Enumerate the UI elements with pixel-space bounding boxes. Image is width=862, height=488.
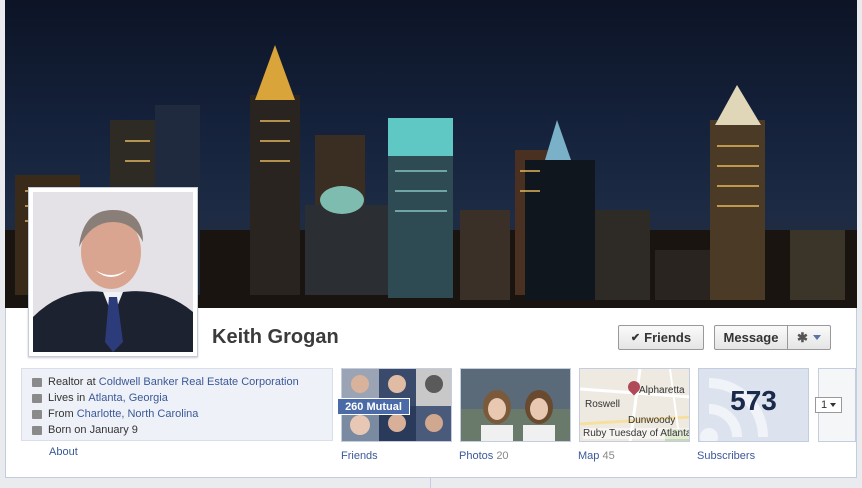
friends-button-label: Friends	[644, 330, 692, 345]
check-icon: ✔	[630, 332, 641, 344]
message-button-label: Message	[723, 330, 779, 345]
profile-info-box: Realtor at Coldwell Banker Real Estate C…	[21, 368, 333, 441]
map-label-roswell: Roswell	[585, 399, 621, 410]
gear-icon: ✱	[797, 329, 808, 345]
lives-link[interactable]: Atlanta, Georgia	[88, 392, 168, 404]
map-label-ruby-tuesday: Ruby Tuesday of Atlanta	[583, 428, 689, 439]
settings-dropdown-button[interactable]: ✱	[787, 325, 831, 350]
subscribers-count: 573	[730, 385, 777, 416]
timeline-divider	[430, 478, 431, 488]
photos-tile-label[interactable]: Photos 20	[459, 450, 509, 462]
birthday-icon	[32, 425, 42, 435]
photos-tile[interactable]	[460, 368, 571, 442]
map-tile[interactable]: Alpharetta Roswell Dunwoody Ruby Tuesday…	[579, 368, 690, 442]
chevron-down-icon	[830, 403, 837, 407]
friends-tile-label[interactable]: Friends	[341, 450, 378, 462]
map-label-dunwoody: Dunwoody	[628, 415, 676, 426]
lives-info: Lives in Atlanta, Georgia	[32, 390, 332, 406]
profile-picture[interactable]	[28, 187, 198, 357]
mutual-friends-badge[interactable]: 260 Mutual	[337, 398, 410, 415]
briefcase-icon	[32, 377, 42, 387]
more-tiles-dropdown[interactable]: 1	[815, 397, 842, 413]
chevron-down-icon	[812, 335, 821, 340]
photos-thumbnail	[461, 369, 570, 441]
map-label-alpharetta: Alpharetta	[639, 385, 685, 396]
work-link[interactable]: Coldwell Banker Real Estate Corporation	[99, 376, 299, 388]
work-info: Realtor at Coldwell Banker Real Estate C…	[32, 374, 332, 390]
about-link[interactable]: About	[49, 446, 78, 458]
birthday-info: Born on January 9	[32, 422, 332, 438]
from-link[interactable]: Charlotte, North Carolina	[77, 408, 199, 420]
avatar	[33, 192, 193, 352]
message-button[interactable]: Message	[714, 325, 788, 350]
home-icon	[32, 393, 42, 403]
friends-button[interactable]: ✔ Friends	[618, 325, 704, 350]
profile-name: Keith Grogan	[212, 326, 339, 348]
from-info: From Charlotte, North Carolina	[32, 406, 332, 422]
location-icon	[32, 409, 42, 419]
map-tile-label[interactable]: Map 45	[578, 450, 615, 462]
subscribers-tile-label[interactable]: Subscribers	[697, 450, 755, 462]
